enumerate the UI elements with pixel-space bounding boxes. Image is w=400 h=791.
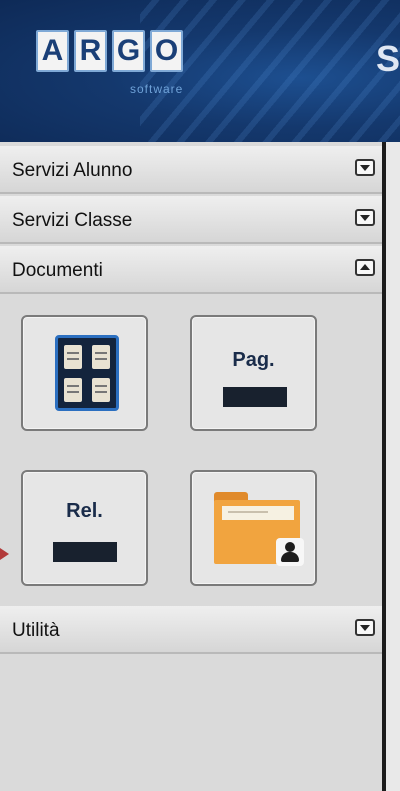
content-divider: [382, 142, 400, 791]
page-icon: [223, 387, 287, 407]
tile-student-folder[interactable]: [190, 470, 317, 586]
tile-document-grid[interactable]: [21, 315, 148, 431]
tile-pagelle[interactable]: Pag.: [190, 315, 317, 431]
tile-label: Rel.: [66, 500, 103, 522]
document-grid-icon: [55, 335, 119, 411]
section-label: Documenti: [12, 260, 103, 281]
section-label: Servizi Classe: [12, 210, 133, 231]
sidebar-section-documenti[interactable]: Documenti: [0, 246, 382, 294]
logo-letter-r: R: [74, 30, 107, 72]
tile-label: Pag.: [232, 349, 275, 371]
tile-relazioni[interactable]: Rel.: [21, 470, 148, 586]
sidebar-section-utilita[interactable]: Utilità: [0, 606, 382, 654]
argo-logo[interactable]: A R G O: [36, 30, 183, 72]
sidebar-section-servizi-alunno[interactable]: Servizi Alunno: [0, 146, 382, 194]
section-label: Servizi Alunno: [12, 160, 133, 181]
logo-letter-g: G: [112, 30, 145, 72]
expand-toggle-icon[interactable]: [355, 209, 375, 226]
chevron-down-icon: [360, 215, 370, 221]
app-header: A R G O software S: [0, 0, 400, 142]
student-folder-icon: [214, 492, 304, 566]
header-title-partial: S: [376, 38, 400, 79]
section-label: Utilità: [12, 620, 60, 641]
logo-subtitle: software: [130, 82, 184, 96]
chevron-up-icon: [360, 264, 370, 270]
chevron-down-icon: [360, 165, 370, 171]
chevron-down-icon: [360, 625, 370, 631]
report-icon: [53, 542, 117, 562]
collapse-toggle-icon[interactable]: [355, 259, 375, 276]
expand-toggle-icon[interactable]: [355, 619, 375, 636]
logo-letter-o: O: [150, 30, 183, 72]
person-icon: [276, 538, 304, 566]
sidebar-section-servizi-classe[interactable]: Servizi Classe: [0, 196, 382, 244]
pointer-arrow-icon: [0, 548, 9, 560]
expand-toggle-icon[interactable]: [355, 159, 375, 176]
logo-letter-a: A: [36, 30, 69, 72]
